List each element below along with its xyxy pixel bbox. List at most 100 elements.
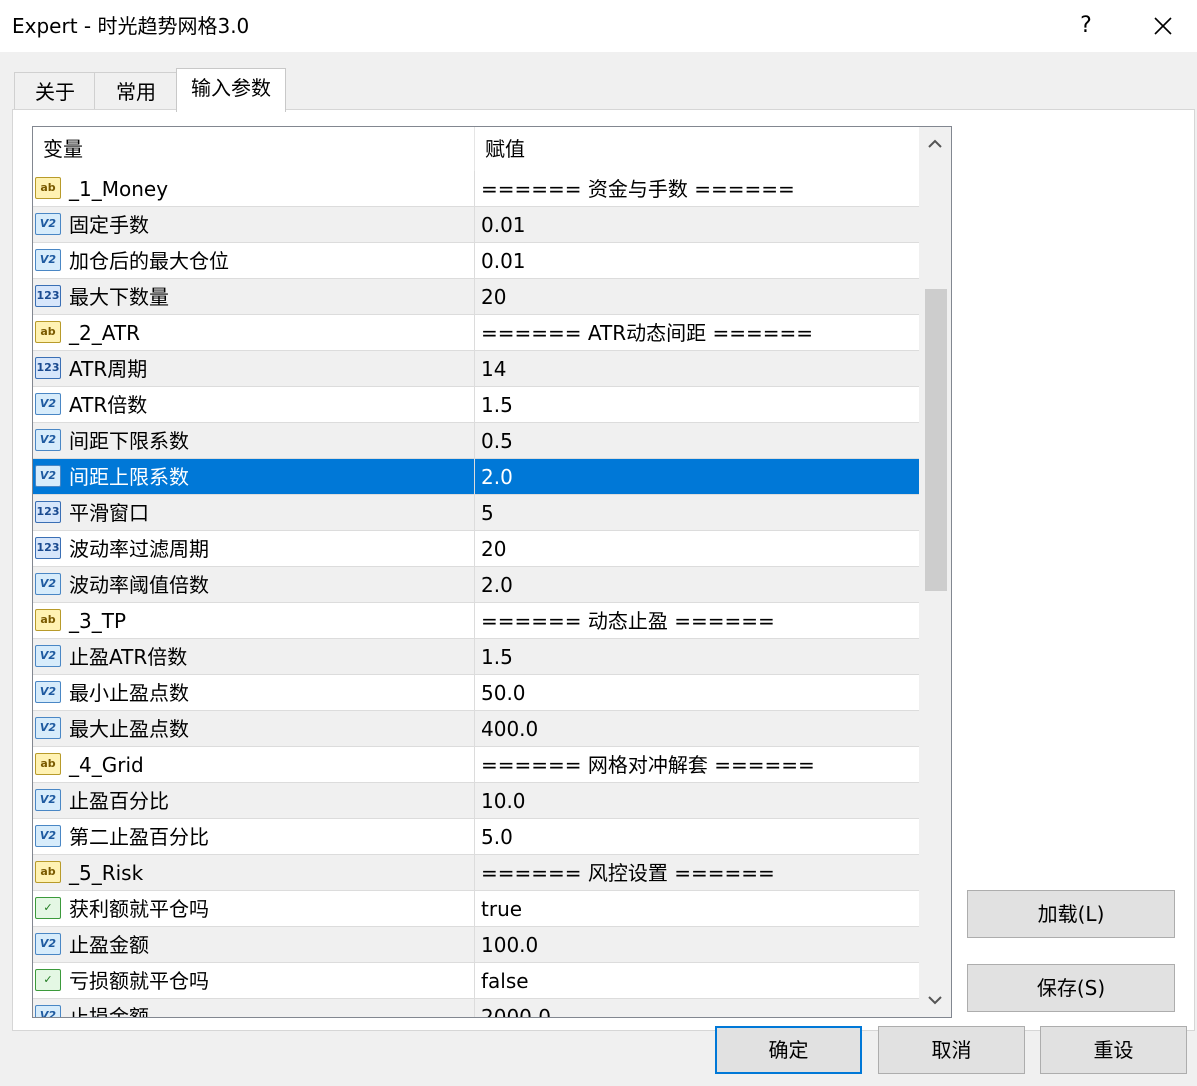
cell-divider — [474, 423, 475, 459]
cell-divider — [474, 639, 475, 675]
double-type-icon: V2 — [35, 249, 61, 271]
string-type-icon: ab — [35, 753, 61, 775]
param-value[interactable]: false — [481, 963, 529, 999]
tab-inputs[interactable]: 输入参数 — [176, 68, 286, 112]
param-row[interactable]: ab _5_Risk ====== 风控设置 ====== — [33, 855, 919, 891]
param-row[interactable]: V2 止损金额 2000.0 — [33, 999, 919, 1018]
param-value[interactable]: 20 — [481, 279, 506, 315]
cell-divider — [474, 675, 475, 711]
chevron-up-icon — [928, 139, 942, 148]
param-value[interactable]: ====== 风控设置 ====== — [481, 855, 775, 891]
param-row[interactable]: V2 波动率阈值倍数 2.0 — [33, 567, 919, 603]
string-type-icon: ab — [35, 609, 61, 631]
ok-button[interactable]: 确定 — [715, 1026, 862, 1074]
param-row[interactable]: ab _3_TP ====== 动态止盈 ====== — [33, 603, 919, 639]
param-row[interactable]: V2 间距上限系数 2.0 — [33, 459, 919, 495]
cell-divider — [474, 531, 475, 567]
param-row[interactable]: V2 加仓后的最大仓位 0.01 — [33, 243, 919, 279]
double-type-icon: V2 — [35, 465, 61, 487]
tab-about[interactable]: 关于 — [14, 72, 96, 111]
param-value[interactable]: 10.0 — [481, 783, 526, 819]
param-value[interactable]: 0.5 — [481, 423, 513, 459]
scroll-down-button[interactable] — [919, 983, 951, 1017]
cell-divider — [474, 963, 475, 999]
help-button[interactable]: ? — [1066, 10, 1106, 42]
param-name: 间距下限系数 — [69, 429, 189, 453]
param-row[interactable]: ✓ 亏损额就平仓吗 false — [33, 963, 919, 999]
title-bar: Expert - 时光趋势网格3.0 ? — [0, 0, 1197, 52]
param-row[interactable]: 123 最大下数量 20 — [33, 279, 919, 315]
param-name: 第二止盈百分比 — [69, 825, 209, 849]
param-value[interactable]: 2000.0 — [481, 999, 551, 1017]
cell-divider — [474, 711, 475, 747]
scroll-up-button[interactable] — [919, 127, 951, 161]
double-type-icon: V2 — [35, 573, 61, 595]
param-value[interactable]: 400.0 — [481, 711, 538, 747]
double-type-icon: V2 — [35, 717, 61, 739]
param-value[interactable]: 20 — [481, 531, 506, 567]
param-row[interactable]: V2 最大止盈点数 400.0 — [33, 711, 919, 747]
param-value[interactable]: ====== 动态止盈 ====== — [481, 603, 775, 639]
cell-divider — [474, 891, 475, 927]
param-value[interactable]: 0.01 — [481, 207, 526, 243]
param-value[interactable]: 50.0 — [481, 675, 526, 711]
param-row[interactable]: V2 止盈百分比 10.0 — [33, 783, 919, 819]
param-row[interactable]: ✓ 获利额就平仓吗 true — [33, 891, 919, 927]
reset-button[interactable]: 重设 — [1040, 1026, 1187, 1074]
bool-type-icon: ✓ — [35, 969, 61, 991]
param-value[interactable]: 5 — [481, 495, 494, 531]
param-name: 加仓后的最大仓位 — [69, 249, 229, 273]
double-type-icon: V2 — [35, 645, 61, 667]
column-header-value[interactable]: 赋值 — [475, 127, 919, 171]
param-value[interactable]: true — [481, 891, 522, 927]
param-row[interactable]: 123 平滑窗口 5 — [33, 495, 919, 531]
param-row[interactable]: V2 第二止盈百分比 5.0 — [33, 819, 919, 855]
param-row[interactable]: V2 止盈金额 100.0 — [33, 927, 919, 963]
param-value[interactable]: 0.01 — [481, 243, 526, 279]
scroll-thumb[interactable] — [925, 289, 947, 591]
param-row[interactable]: V2 止盈ATR倍数 1.5 — [33, 639, 919, 675]
bool-type-icon: ✓ — [35, 897, 61, 919]
param-value[interactable]: 1.5 — [481, 387, 513, 423]
param-value[interactable]: 14 — [481, 351, 506, 387]
close-button[interactable] — [1140, 8, 1186, 44]
param-value[interactable]: 1.5 — [481, 639, 513, 675]
param-name: 最小止盈点数 — [69, 681, 189, 705]
double-type-icon: V2 — [35, 1005, 61, 1017]
param-name: 止盈金额 — [69, 933, 149, 957]
cell-divider — [474, 495, 475, 531]
save-button[interactable]: 保存(S) — [967, 964, 1175, 1012]
column-header-variable[interactable]: 变量 — [33, 127, 474, 171]
param-value[interactable]: 100.0 — [481, 927, 538, 963]
param-row[interactable]: 123 ATR周期 14 — [33, 351, 919, 387]
param-row[interactable]: V2 固定手数 0.01 — [33, 207, 919, 243]
param-name: 获利额就平仓吗 — [69, 897, 209, 921]
param-row[interactable]: V2 最小止盈点数 50.0 — [33, 675, 919, 711]
param-name: 平滑窗口 — [69, 501, 149, 525]
integer-type-icon: 123 — [35, 537, 61, 559]
param-name: 最大下数量 — [69, 285, 169, 309]
param-row[interactable]: ab _4_Grid ====== 网格对冲解套 ====== — [33, 747, 919, 783]
param-name: 止损金额 — [69, 1005, 149, 1018]
param-row[interactable]: ab _1_Money ====== 资金与手数 ====== — [33, 171, 919, 207]
load-button[interactable]: 加载(L) — [967, 890, 1175, 938]
tab-common[interactable]: 常用 — [94, 72, 178, 111]
param-name: ATR倍数 — [69, 393, 148, 417]
cell-divider — [474, 567, 475, 603]
param-row[interactable]: ab _2_ATR ====== ATR动态间距 ====== — [33, 315, 919, 351]
cancel-button[interactable]: 取消 — [878, 1026, 1025, 1074]
param-value[interactable]: ====== 资金与手数 ====== — [481, 171, 795, 207]
param-row[interactable]: V2 ATR倍数 1.5 — [33, 387, 919, 423]
param-value[interactable]: 2.0 — [481, 459, 513, 495]
param-row[interactable]: 123 波动率过滤周期 20 — [33, 531, 919, 567]
param-value[interactable]: 5.0 — [481, 819, 513, 855]
vertical-scrollbar[interactable] — [919, 127, 951, 1017]
chevron-down-icon — [928, 996, 942, 1005]
param-value[interactable]: 2.0 — [481, 567, 513, 603]
integer-type-icon: 123 — [35, 357, 61, 379]
cell-divider — [474, 999, 475, 1017]
param-value[interactable]: ====== ATR动态间距 ====== — [481, 315, 813, 351]
param-value[interactable]: ====== 网格对冲解套 ====== — [481, 747, 815, 783]
cell-divider — [474, 927, 475, 963]
param-row[interactable]: V2 间距下限系数 0.5 — [33, 423, 919, 459]
